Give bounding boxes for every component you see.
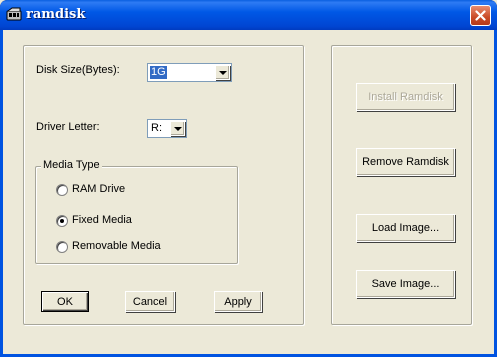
install-ramdisk-button[interactable]: Install Ramdisk — [356, 83, 455, 111]
radio-fixed-media[interactable] — [56, 215, 68, 227]
driver-letter-select[interactable]: R: — [147, 119, 187, 138]
driver-letter-label: Driver Letter: — [36, 121, 100, 133]
ok-button[interactable]: OK — [41, 291, 89, 312]
dialog-client-area: Disk Size(Bytes): 1G Driver Letter: R: M… — [3, 30, 494, 354]
chevron-down-icon — [173, 126, 182, 131]
load-image-button[interactable]: Load Image... — [356, 214, 455, 242]
driver-letter-value: R: — [151, 122, 162, 134]
radio-selected-dot — [60, 219, 64, 223]
ramdisk-window: ramdisk Disk Size(Bytes): 1G Driver Lett… — [0, 0, 497, 357]
ram-drive-label[interactable]: RAM Drive — [72, 183, 125, 195]
apply-button[interactable]: Apply — [214, 291, 262, 312]
remove-label: Remove Ramdisk — [362, 156, 449, 168]
cancel-label: Cancel — [132, 295, 168, 308]
radio-ram-drive[interactable] — [56, 184, 68, 196]
title-bar[interactable]: ramdisk — [0, 0, 497, 30]
remove-ramdisk-button[interactable]: Remove Ramdisk — [356, 148, 455, 176]
disk-size-select[interactable]: 1G — [147, 63, 232, 82]
driver-letter-dropdown-button[interactable] — [170, 121, 185, 136]
apply-label: Apply — [224, 295, 252, 308]
radio-removable-media[interactable] — [56, 241, 68, 253]
save-label: Save Image... — [371, 278, 440, 290]
fixed-media-label[interactable]: Fixed Media — [72, 214, 132, 226]
ok-label: OK — [57, 295, 73, 308]
close-icon — [475, 10, 486, 21]
removable-media-label[interactable]: Removable Media — [72, 240, 161, 252]
save-image-button[interactable]: Save Image... — [356, 270, 455, 298]
close-button[interactable] — [470, 5, 491, 26]
chevron-down-icon — [218, 70, 227, 75]
install-label: Install Ramdisk — [368, 91, 443, 103]
disk-size-label: Disk Size(Bytes): — [36, 64, 120, 76]
load-label: Load Image... — [371, 222, 440, 234]
window-title: ramdisk — [26, 7, 86, 22]
media-type-legend: Media Type — [41, 159, 102, 171]
ramdisk-app-icon — [6, 7, 22, 21]
disk-size-dropdown-button[interactable] — [215, 65, 230, 80]
disk-size-value: 1G — [150, 66, 167, 79]
cancel-button[interactable]: Cancel — [125, 291, 175, 312]
